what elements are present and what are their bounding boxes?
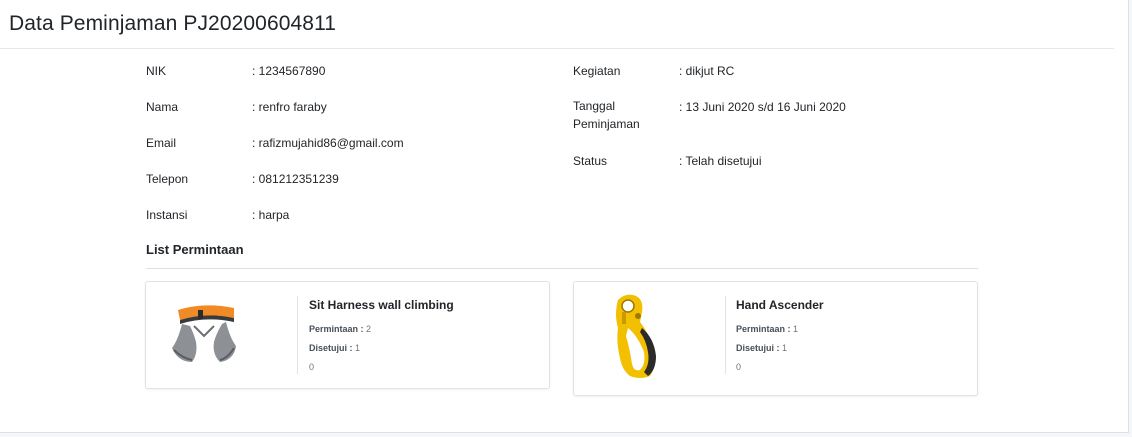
field-value: : rafizmujahid86@gmail.com <box>252 136 404 150</box>
field-value: : renfro faraby <box>252 100 327 114</box>
item-extra: 0 <box>309 362 315 372</box>
title-divider <box>0 48 1114 49</box>
field-value: : harpa <box>252 208 290 222</box>
permintaan-value: 2 <box>366 324 372 334</box>
loan-detail-card: Data Peminjaman PJ20200604811 NIK : 1234… <box>0 0 1129 433</box>
field-label: Kegiatan <box>573 64 621 78</box>
permintaan-label: Permintaan : <box>309 324 364 334</box>
permintaan-value: 1 <box>793 324 799 334</box>
item-extra: 0 <box>736 362 742 372</box>
field-value: : 081212351239 <box>252 172 339 186</box>
field-value: : dikjut RC <box>679 64 735 78</box>
request-item-card[interactable]: Hand Ascender Permintaan : 1 Disetujui :… <box>573 281 978 396</box>
disetujui-label: Disetujui : <box>736 343 780 353</box>
field-label: Tanggal Peminjaman <box>573 99 640 131</box>
item-disetujui: Disetujui : 1 <box>736 343 787 353</box>
harness-icon <box>168 296 240 368</box>
list-permintaan-title: List Permintaan <box>146 242 244 257</box>
disetujui-label: Disetujui : <box>309 343 353 353</box>
item-permintaan: Permintaan : 1 <box>736 324 798 334</box>
item-permintaan: Permintaan : 2 <box>309 324 371 334</box>
disetujui-value: 1 <box>782 343 788 353</box>
section-divider <box>146 268 978 269</box>
disetujui-value: 1 <box>355 343 361 353</box>
item-disetujui: Disetujui : 1 <box>309 343 360 353</box>
field-value: : 13 Juni 2020 s/d 16 Juni 2020 <box>679 100 846 114</box>
item-name: Sit Harness wall climbing <box>309 298 454 312</box>
field-label: Email <box>146 136 177 150</box>
request-item-card[interactable]: Sit Harness wall climbing Permintaan : 2… <box>145 281 550 389</box>
field-label: Instansi <box>146 208 188 222</box>
item-name: Hand Ascender <box>736 298 824 312</box>
permintaan-label: Permintaan : <box>736 324 791 334</box>
ascender-icon <box>604 292 664 380</box>
item-divider <box>725 296 726 374</box>
field-value: : 1234567890 <box>252 64 326 78</box>
field-label: NIK <box>146 64 167 78</box>
field-label: Nama <box>146 100 179 114</box>
field-label: Telepon <box>146 172 189 186</box>
field-value: : Telah disetujui <box>679 154 762 168</box>
item-divider <box>297 296 298 374</box>
field-label: Status <box>573 154 608 168</box>
page-title: Data Peminjaman PJ20200604811 <box>9 12 337 35</box>
